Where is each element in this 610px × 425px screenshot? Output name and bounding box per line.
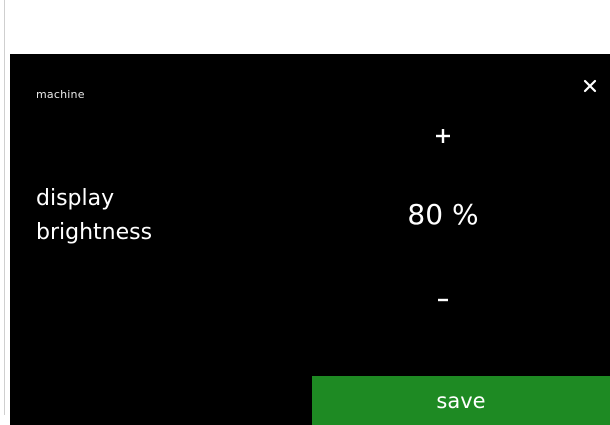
setting-label-line-2: brightness <box>36 220 153 245</box>
brightness-settings-screen: machine display brightness 80 % save <box>10 54 610 425</box>
save-button[interactable]: save <box>312 376 610 425</box>
increment-button[interactable] <box>408 116 478 156</box>
left-divider <box>4 0 5 415</box>
screen-title: machine <box>36 88 85 101</box>
decrement-button[interactable] <box>408 280 478 320</box>
close-icon <box>578 74 602 98</box>
close-button[interactable] <box>578 74 602 98</box>
plus-icon <box>408 126 478 146</box>
page: machine display brightness 80 % save <box>0 0 610 425</box>
setting-label: display brightness <box>36 182 236 250</box>
setting-label-line-1: display <box>36 186 115 211</box>
brightness-value: 80 % <box>407 198 479 231</box>
minus-icon <box>408 290 478 310</box>
